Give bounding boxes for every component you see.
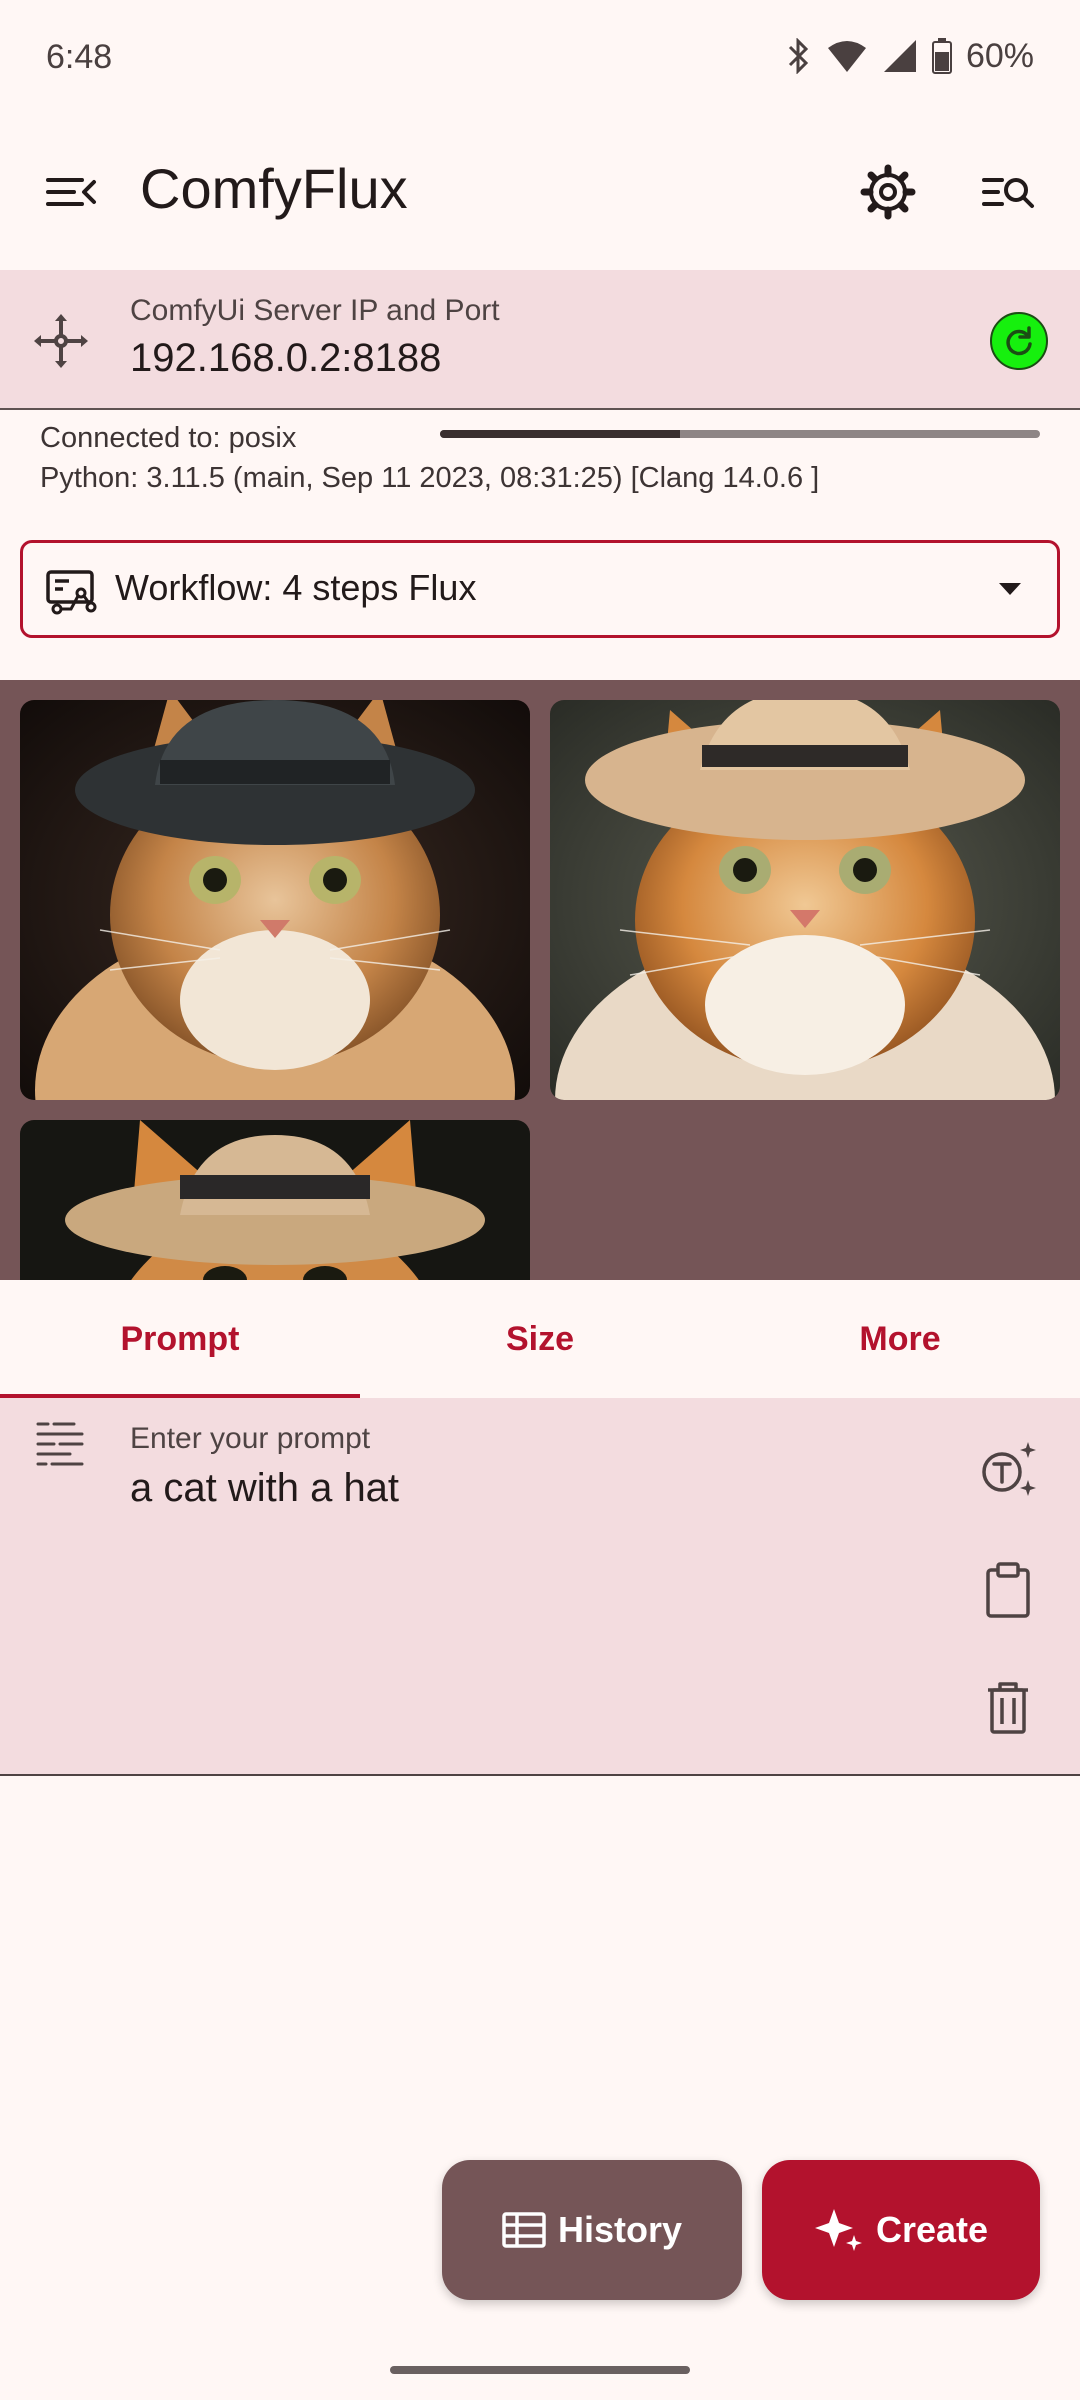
bluetooth-icon (788, 38, 809, 74)
gear-icon (860, 164, 916, 220)
progress-bar (440, 430, 1040, 438)
python-version-text: Python: 3.11.5 (main, Sep 11 2023, 08:31… (40, 462, 820, 494)
image-gallery[interactable] (0, 680, 1080, 1280)
dropdown-arrow-icon (999, 583, 1021, 595)
table-icon (502, 2212, 546, 2248)
menu-button[interactable] (38, 160, 102, 224)
wifi-icon (827, 41, 866, 72)
prompt-input[interactable]: a cat with a hat (130, 1466, 399, 1511)
signal-icon (883, 40, 916, 72)
server-field-value[interactable]: 192.168.0.2:8188 (130, 336, 441, 381)
history-button[interactable]: History (442, 2160, 742, 2300)
trash-icon (988, 1682, 1028, 1734)
create-button-label: Create (875, 2209, 989, 2250)
search-list-icon (982, 178, 1034, 208)
home-indicator[interactable] (390, 2366, 690, 2374)
workflow-selected-label: Workflow: 4 steps Flux (115, 567, 477, 608)
prompt-field[interactable]: Enter your prompt a cat with a hat (0, 1398, 1080, 1776)
refresh-icon (1006, 326, 1032, 356)
sparkle-icon (814, 2209, 862, 2251)
settings-button[interactable] (856, 160, 920, 224)
workflow-dropdown[interactable]: Workflow: 4 steps Flux (20, 540, 1060, 638)
battery-icon (931, 38, 952, 74)
workflow-icon (45, 569, 99, 615)
gallery-image-1[interactable] (20, 700, 530, 1100)
enhance-prompt-button[interactable] (976, 1438, 1040, 1502)
app-bar: ComfyFlux (0, 130, 1080, 250)
clipboard-icon (986, 1562, 1030, 1618)
status-time: 6:48 (46, 38, 113, 76)
gallery-image-2[interactable] (550, 700, 1060, 1100)
prompt-label: Enter your prompt (130, 1422, 371, 1455)
connection-status-text: Connected to: posix (40, 422, 297, 454)
clear-prompt-button[interactable] (976, 1676, 1040, 1740)
app-title: ComfyFlux (140, 157, 408, 220)
progress-bar-fill (440, 430, 680, 438)
create-button[interactable]: Create (762, 2160, 1040, 2300)
server-field[interactable]: ComfyUi Server IP and Port 192.168.0.2:8… (0, 270, 1080, 410)
gallery-image-3[interactable] (20, 1120, 530, 1280)
server-field-label: ComfyUi Server IP and Port (130, 294, 500, 327)
tab-bar: Prompt Size More (0, 1280, 1080, 1400)
connection-refresh-button[interactable] (990, 312, 1048, 370)
status-bar: 6:48 60% (0, 0, 1080, 120)
battery-percent: 60% (965, 36, 1034, 75)
history-button-label: History (557, 2209, 683, 2250)
menu-open-icon (46, 178, 96, 206)
text-sparkle-icon (982, 1442, 1036, 1496)
paste-button[interactable] (976, 1558, 1040, 1622)
notes-icon (34, 1418, 86, 1468)
tab-more[interactable]: More (720, 1280, 1080, 1398)
status-icons: 60% (784, 36, 1034, 76)
server-network-icon (30, 310, 92, 372)
search-list-button[interactable] (976, 160, 1040, 224)
tab-size[interactable]: Size (360, 1280, 720, 1398)
tab-prompt[interactable]: Prompt (0, 1280, 360, 1398)
